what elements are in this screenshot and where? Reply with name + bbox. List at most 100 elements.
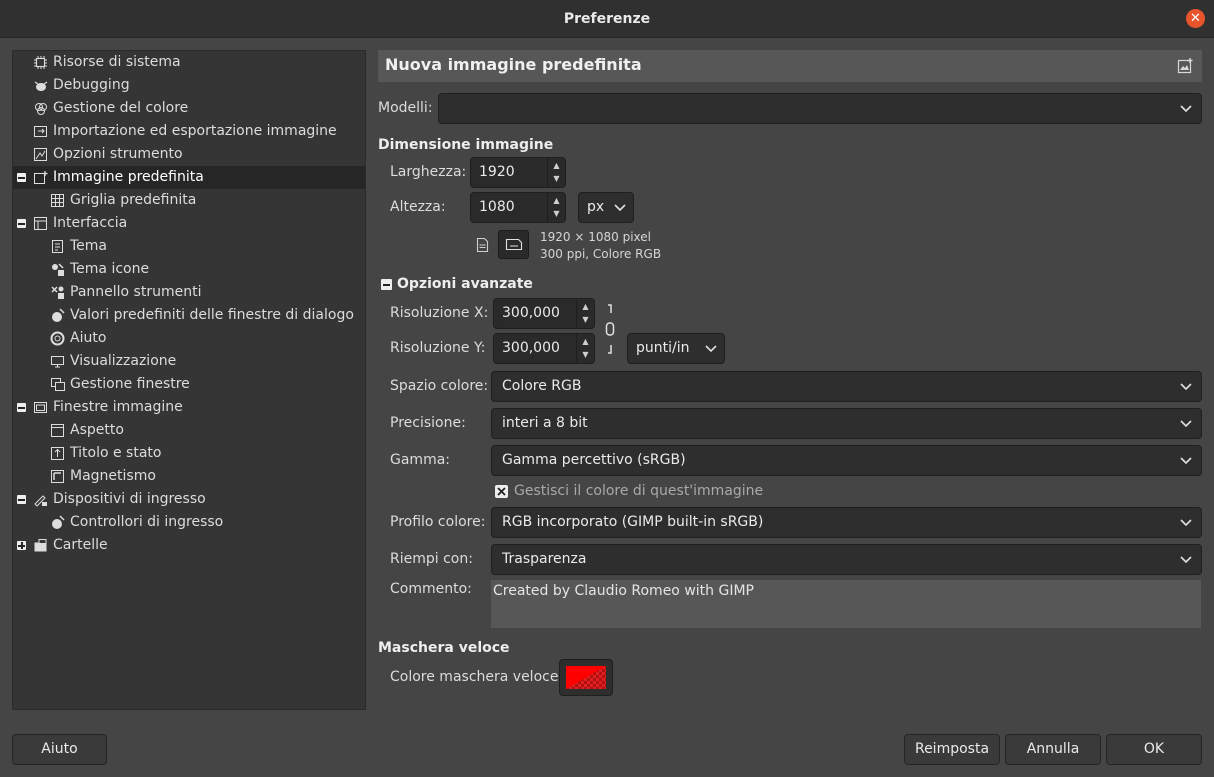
height-spinbutton[interactable]: 1080 ▲ ▼ [470, 192, 566, 223]
collapse-icon[interactable] [17, 173, 26, 182]
width-spinbutton[interactable]: 1920 ▲ ▼ [470, 157, 566, 188]
bug-icon [34, 81, 48, 91]
color-profile-value: RGB incorporato (GIMP built-in sRGB) [502, 514, 764, 530]
sidebar-item[interactable]: Gestione finestre [13, 373, 365, 396]
chevron-down-icon [1180, 383, 1192, 391]
height-field[interactable]: 1080 [470, 192, 548, 223]
sidebar-item[interactable]: Debugging [13, 74, 365, 97]
help-button[interactable]: Aiuto [12, 734, 107, 765]
chevron-down-icon [1180, 519, 1192, 527]
gamma-combo[interactable]: Gamma percettivo (sRGB) [491, 445, 1202, 476]
input-controllers-icon [52, 515, 65, 529]
colorspace-combo[interactable]: Colore RGB [491, 371, 1202, 402]
toolbox-icon [51, 286, 64, 299]
quickmask-color-label: Colore maschera veloce: [390, 669, 564, 685]
sidebar-item-label: Visualizzazione [70, 353, 177, 369]
sidebar-item[interactable]: Tema icone [13, 258, 365, 281]
advanced-expander[interactable] [381, 279, 392, 290]
chevron-down-icon [1180, 457, 1192, 465]
portrait-icon[interactable] [476, 237, 489, 253]
sidebar-item-label: Immagine predefinita [53, 169, 204, 185]
quickmask-color-button[interactable] [559, 659, 613, 696]
title-status-icon [51, 447, 64, 460]
xres-spinbutton[interactable]: 300,000 ▲ ▼ [493, 298, 595, 329]
ok-button[interactable]: OK [1106, 734, 1202, 765]
size-unit-combo[interactable]: px [578, 192, 634, 223]
sidebar-item[interactable]: Gestione del colore [13, 97, 365, 120]
sidebar-item-label: Risorse di sistema [53, 54, 181, 70]
sidebar-item-label: Aiuto [70, 330, 107, 346]
sidebar-item[interactable]: Risorse di sistema [13, 51, 365, 74]
colorspace-value: Colore RGB [502, 378, 582, 394]
sidebar-item[interactable]: Cartelle [13, 534, 365, 557]
xres-label: Risoluzione X: [390, 305, 489, 321]
expand-icon[interactable] [17, 541, 26, 550]
sidebar-item[interactable]: Visualizzazione [13, 350, 365, 373]
new-image-icon [34, 171, 48, 184]
color-manage-checkbox[interactable] [495, 485, 508, 498]
decrement-icon[interactable]: ▼ [548, 208, 565, 220]
height-stepper[interactable]: ▲ ▼ [548, 192, 566, 223]
sidebar-item-label: Cartelle [53, 537, 108, 553]
increment-icon[interactable]: ▲ [548, 195, 565, 207]
fill-combo[interactable]: Trasparenza [491, 544, 1202, 575]
sidebar-item[interactable]: Aiuto [13, 327, 365, 350]
chevron-down-icon [1180, 556, 1192, 564]
landscape-toggle[interactable] [498, 230, 529, 259]
sidebar-item[interactable]: Pannello strumenti [13, 281, 365, 304]
sidebar-item[interactable]: Valori predefiniti delle finestre di dia… [13, 304, 365, 327]
collapse-icon[interactable] [17, 403, 26, 412]
theme-icon [52, 240, 63, 253]
decrement-icon[interactable]: ▼ [577, 349, 594, 361]
sidebar-item[interactable]: Opzioni strumento [13, 143, 365, 166]
sidebar-item[interactable]: Finestre immagine [13, 396, 365, 419]
color-profile-combo[interactable]: RGB incorporato (GIMP built-in sRGB) [491, 507, 1202, 538]
gamma-value: Gamma percettivo (sRGB) [502, 452, 686, 468]
increment-icon[interactable]: ▲ [548, 160, 565, 172]
width-stepper[interactable]: ▲ ▼ [548, 157, 566, 188]
sidebar-item[interactable]: Tema [13, 235, 365, 258]
yres-stepper[interactable]: ▲ ▼ [577, 333, 595, 364]
templates-combo[interactable] [438, 93, 1202, 124]
window-title: Preferenze [563, 11, 651, 27]
decrement-icon[interactable]: ▼ [577, 314, 594, 326]
sidebar-item-label: Finestre immagine [53, 399, 183, 415]
xres-stepper[interactable]: ▲ ▼ [577, 298, 595, 329]
sidebar-item[interactable]: Dispositivi di ingresso [13, 488, 365, 511]
sidebar-item[interactable]: Importazione ed esportazione immagine [13, 120, 365, 143]
precision-label: Precisione: [390, 415, 466, 431]
decrement-icon[interactable]: ▼ [548, 173, 565, 185]
color-manage-label[interactable]: Gestisci il colore di quest'immagine [514, 483, 763, 499]
preferences-category-tree[interactable]: Risorse di sistema Debugging Gestione del … [12, 50, 366, 710]
collapse-icon[interactable] [17, 495, 26, 504]
sidebar-item[interactable]: Controllori di ingresso [13, 511, 365, 534]
reset-button[interactable]: Reimposta [904, 734, 1000, 765]
sidebar-item[interactable]: Interfaccia [13, 212, 365, 235]
close-button[interactable]: ✕ [1186, 9, 1205, 28]
precision-combo[interactable]: interi a 8 bit [491, 408, 1202, 439]
sidebar-item[interactable]: Magnetismo [13, 465, 365, 488]
chain-link-icon[interactable] [600, 300, 620, 358]
width-label: Larghezza: [390, 164, 467, 180]
sidebar-item[interactable]: Immagine predefinita [13, 166, 365, 189]
xres-field[interactable]: 300,000 [493, 298, 577, 329]
templates-label: Modelli: [378, 100, 433, 116]
chevron-down-icon [1180, 105, 1192, 113]
sidebar-item[interactable]: Griglia predefinita [13, 189, 365, 212]
yres-spinbutton[interactable]: 300,000 ▲ ▼ [493, 333, 595, 364]
increment-icon[interactable]: ▲ [577, 301, 594, 313]
yres-field[interactable]: 300,000 [493, 333, 577, 364]
collapse-icon[interactable] [17, 219, 26, 228]
sidebar-item[interactable]: Aspetto [13, 419, 365, 442]
advanced-options-heading[interactable]: Opzioni avanzate [397, 276, 533, 292]
increment-icon[interactable]: ▲ [577, 336, 594, 348]
cancel-button[interactable]: Annulla [1005, 734, 1101, 765]
comment-textarea[interactable]: Created by Claudio Romeo with GIMP [491, 580, 1201, 628]
grid-icon [51, 194, 64, 207]
sidebar-item[interactable]: Titolo e stato [13, 442, 365, 465]
chevron-down-icon [1180, 420, 1192, 428]
display-icon [51, 356, 64, 368]
width-field[interactable]: 1920 [470, 157, 548, 188]
height-label: Altezza: [390, 199, 446, 215]
resolution-unit-combo[interactable]: punti/in [627, 333, 725, 364]
